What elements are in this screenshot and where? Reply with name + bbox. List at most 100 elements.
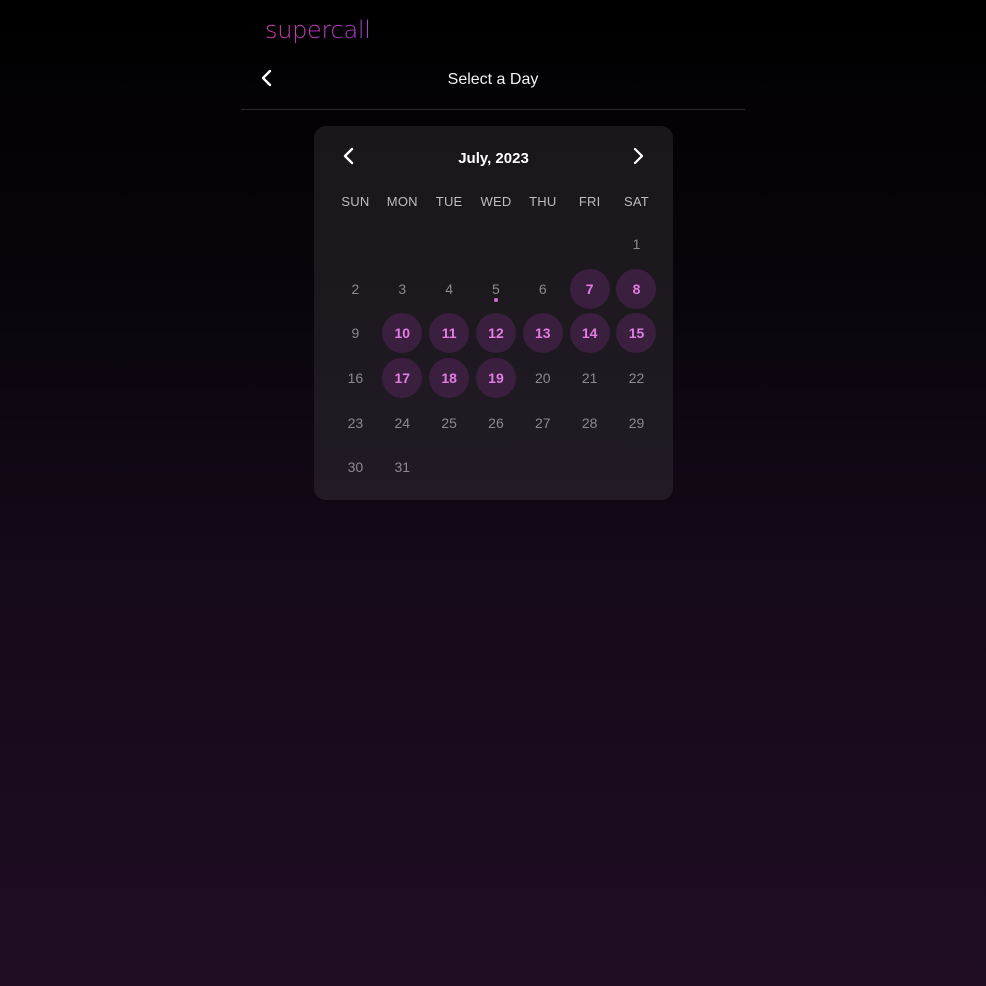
unavailable-day: 28 xyxy=(570,403,610,443)
day-number: 8 xyxy=(632,280,641,297)
chevron-right-icon xyxy=(633,147,644,165)
unavailable-day: 26 xyxy=(476,403,516,443)
weekday-label: SAT xyxy=(624,194,649,209)
day-cell: 12 xyxy=(473,311,520,356)
next-month-button[interactable] xyxy=(626,144,650,168)
empty-day-cell xyxy=(473,222,520,267)
day-number: 3 xyxy=(398,280,407,297)
day-cell: 4 xyxy=(426,267,473,312)
available-day-button[interactable]: 7 xyxy=(569,268,610,309)
day-number: 29 xyxy=(628,414,645,431)
day-cell: 22 xyxy=(613,356,660,401)
day-cell: 21 xyxy=(566,356,613,401)
unavailable-day: 22 xyxy=(616,358,656,398)
unavailable-day: 6 xyxy=(523,269,563,309)
day-number: 9 xyxy=(351,325,360,342)
day-cell: 5 xyxy=(473,267,520,312)
day-cell: 13 xyxy=(519,311,566,356)
day-cell: 31 xyxy=(379,445,426,490)
supercall-logo: supercall xyxy=(265,16,371,44)
day-grid: 1 2 3 4 5 6 7 8 9 10 11 12 13 14 15 16 17 18 19 20 21 22 23 24 2… xyxy=(332,222,660,490)
day-cell: 26 xyxy=(473,400,520,445)
day-cell: 11 xyxy=(426,311,473,356)
unavailable-day: 23 xyxy=(335,403,375,443)
unavailable-day: 31 xyxy=(382,447,422,487)
available-day-button[interactable]: 19 xyxy=(475,358,516,399)
month-title: July, 2023 xyxy=(458,150,529,167)
day-number: 13 xyxy=(535,325,551,342)
available-day-button[interactable]: 14 xyxy=(569,313,610,354)
day-number: 23 xyxy=(347,414,364,431)
unavailable-day: 9 xyxy=(335,313,375,353)
day-cell: 7 xyxy=(566,267,613,312)
day-number: 1 xyxy=(632,236,641,253)
day-number: 18 xyxy=(441,370,457,387)
day-cell: 28 xyxy=(566,400,613,445)
day-number: 27 xyxy=(535,414,551,431)
unavailable-day: 27 xyxy=(523,403,563,443)
available-day-button[interactable]: 10 xyxy=(382,313,423,354)
available-day-button[interactable]: 11 xyxy=(429,313,470,354)
weekday-label: MON xyxy=(386,194,418,209)
day-cell: 14 xyxy=(566,311,613,356)
day-cell: 15 xyxy=(613,311,660,356)
day-cell: 2 xyxy=(332,267,379,312)
day-cell: 9 xyxy=(332,311,379,356)
today-indicator-dot xyxy=(493,297,498,302)
page-title: Select a Day xyxy=(447,71,539,88)
unavailable-day: 4 xyxy=(429,269,469,309)
day-cell: 3 xyxy=(379,267,426,312)
day-number: 30 xyxy=(347,459,364,476)
day-cell: 18 xyxy=(426,356,473,401)
empty-day-cell xyxy=(379,222,426,267)
day-number: 20 xyxy=(535,370,551,387)
day-cell: 30 xyxy=(332,445,379,490)
day-number: 15 xyxy=(628,325,645,342)
day-number: 5 xyxy=(492,280,500,297)
day-cell: 27 xyxy=(519,400,566,445)
weekday-label: FRI xyxy=(578,194,601,209)
calendar-card: July, 2023 SUN MON TUE WED THU FRI SAT 1… xyxy=(314,126,673,500)
unavailable-day: 29 xyxy=(616,403,656,443)
day-cell: 16 xyxy=(332,356,379,401)
weekday-label: SUN xyxy=(341,194,370,209)
day-cell: 1 xyxy=(613,222,660,267)
day-cell: 24 xyxy=(379,400,426,445)
unavailable-day: 1 xyxy=(616,224,656,264)
weekday-label: THU xyxy=(529,194,557,209)
day-number: 14 xyxy=(581,325,598,342)
day-number: 10 xyxy=(394,325,411,342)
available-day-button[interactable]: 12 xyxy=(475,313,516,354)
day-cell: 19 xyxy=(473,356,520,401)
day-number: 6 xyxy=(538,280,547,297)
day-cell: 17 xyxy=(379,356,426,401)
day-cell: 25 xyxy=(426,400,473,445)
available-day-button[interactable]: 15 xyxy=(616,313,657,354)
available-day-button[interactable]: 13 xyxy=(522,313,563,354)
page-header: Select a Day xyxy=(241,56,745,110)
unavailable-day: 21 xyxy=(570,358,610,398)
available-day-button[interactable]: 8 xyxy=(616,268,657,309)
unavailable-day: 16 xyxy=(335,358,375,398)
day-number: 19 xyxy=(488,370,504,387)
day-number: 21 xyxy=(581,370,598,387)
day-number: 28 xyxy=(581,414,598,431)
empty-day-cell xyxy=(426,222,473,267)
day-cell: 8 xyxy=(613,267,660,312)
day-cell: 6 xyxy=(519,267,566,312)
day-number: 24 xyxy=(394,414,411,431)
day-number: 7 xyxy=(585,280,594,297)
weekday-header-row: SUN MON TUE WED THU FRI SAT xyxy=(332,194,660,209)
day-number: 17 xyxy=(394,370,411,387)
day-cell: 23 xyxy=(332,400,379,445)
day-number: 31 xyxy=(394,459,411,476)
unavailable-day: 20 xyxy=(523,358,563,398)
unavailable-day: 2 xyxy=(335,269,375,309)
day-number: 4 xyxy=(445,280,453,297)
day-number: 12 xyxy=(488,325,504,342)
available-day-button[interactable]: 18 xyxy=(429,358,470,399)
day-cell: 29 xyxy=(613,400,660,445)
available-day-button[interactable]: 17 xyxy=(382,358,423,399)
empty-day-cell xyxy=(519,222,566,267)
day-number: 16 xyxy=(347,370,364,387)
